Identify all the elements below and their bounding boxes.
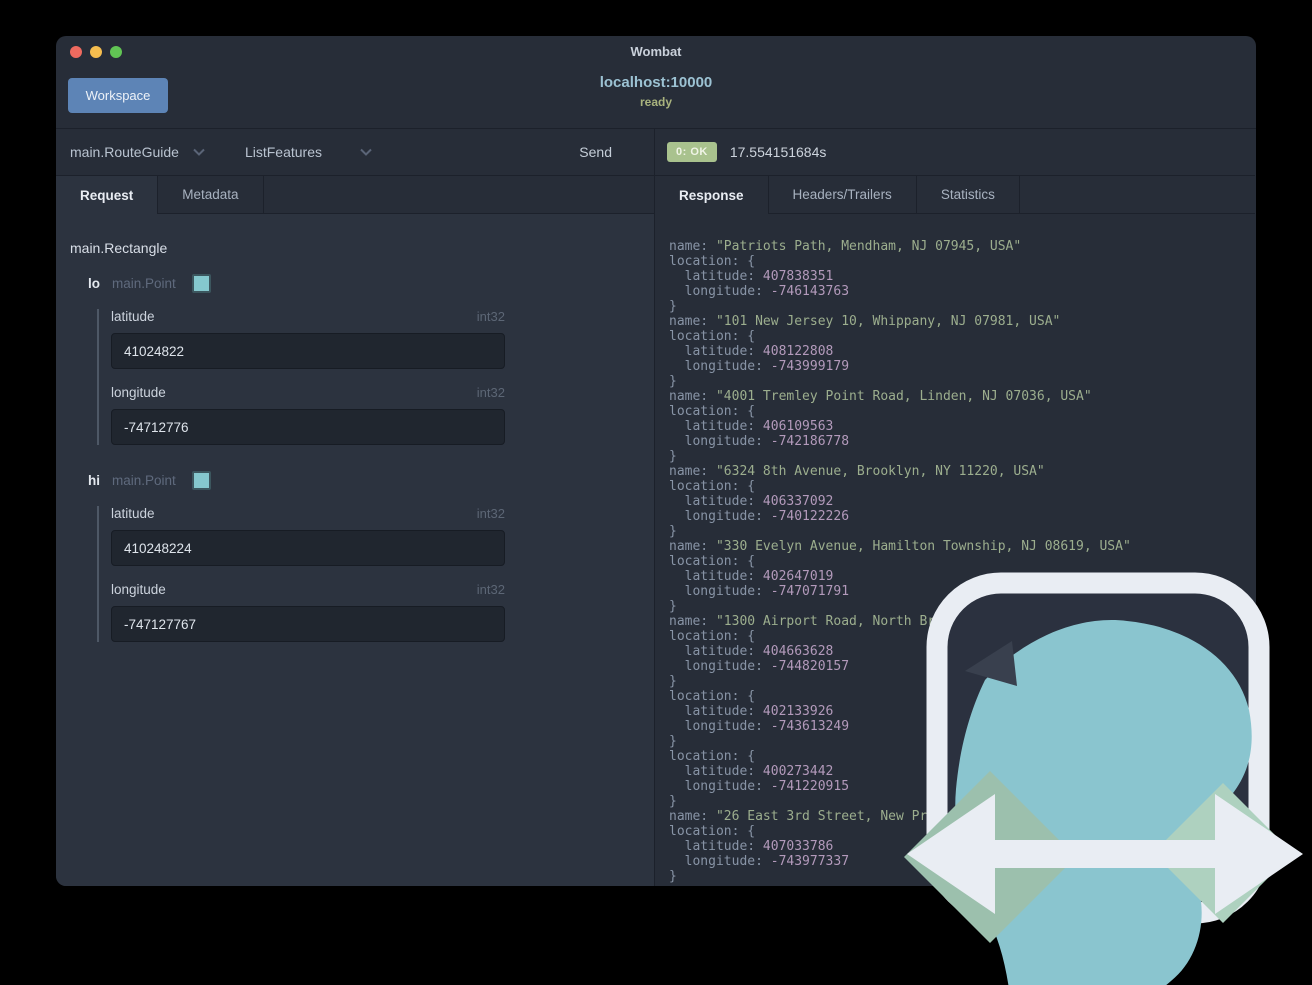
request-tabs: Request Metadata <box>56 176 654 214</box>
tab-request[interactable]: Request <box>56 176 159 214</box>
tab-statistics[interactable]: Statistics <box>917 176 1020 213</box>
close-button[interactable] <box>70 46 82 58</box>
field-label: longitude <box>111 582 166 597</box>
field-label-row: latitude int32 <box>111 506 505 521</box>
minimize-button[interactable] <box>90 46 102 58</box>
field-type: int32 <box>476 582 505 597</box>
titlebar: Wombat <box>56 36 1256 66</box>
request-panel: main.RouteGuide ListFeatures Send Reques… <box>56 129 655 886</box>
request-toolbar: main.RouteGuide ListFeatures Send <box>56 129 654 176</box>
send-button[interactable]: Send <box>573 143 618 161</box>
longitude-input[interactable] <box>111 409 505 445</box>
field-group-body: latitude int32 longitude int32 <box>97 506 505 642</box>
response-toolbar: 0: OK 17.554151684s <box>655 129 1255 176</box>
field-group-lo: lo main.Point <box>88 274 642 293</box>
field-label-row: latitude int32 <box>111 309 505 324</box>
field-label: longitude <box>111 385 166 400</box>
connection-state: ready <box>639 94 673 109</box>
status-badge: 0: OK <box>667 142 717 162</box>
window-title: Wombat <box>630 43 682 59</box>
field-group-type: main.Point <box>112 276 176 291</box>
field-type: int32 <box>476 309 505 324</box>
connection-status: localhost:10000 ready <box>56 74 1256 110</box>
latitude-input[interactable] <box>111 333 505 369</box>
duration-label: 17.554151684s <box>729 144 827 160</box>
field-group-hi: hi main.Point <box>88 471 642 490</box>
zoom-button[interactable] <box>110 46 122 58</box>
field-label: latitude <box>111 506 155 521</box>
tab-response[interactable]: Response <box>655 176 769 214</box>
field-group-name: lo <box>88 276 100 291</box>
service-selector-label: main.RouteGuide <box>70 144 179 160</box>
server-address: localhost:10000 <box>599 74 713 91</box>
tab-headers-trailers[interactable]: Headers/Trailers <box>769 176 917 213</box>
chevron-down-icon <box>193 148 205 156</box>
field-group-body: latitude int32 longitude int32 <box>97 309 505 445</box>
app-window: Wombat Workspace localhost:10000 ready m… <box>56 36 1256 886</box>
header: Workspace localhost:10000 ready <box>56 66 1256 128</box>
field-group-type: main.Point <box>112 473 176 488</box>
field-type: int32 <box>476 385 505 400</box>
latitude-input[interactable] <box>111 530 505 566</box>
traffic-lights <box>70 46 122 58</box>
response-tabs: Response Headers/Trailers Statistics <box>655 176 1255 214</box>
field-label: latitude <box>111 309 155 324</box>
tab-metadata[interactable]: Metadata <box>158 176 264 213</box>
field-enabled-checkbox[interactable] <box>191 274 211 293</box>
main-split: main.RouteGuide ListFeatures Send Reques… <box>56 128 1256 886</box>
longitude-input[interactable] <box>111 606 505 642</box>
response-output-text: name: "Patriots Path, Mendham, NJ 07945,… <box>669 239 1131 884</box>
method-selector-label: ListFeatures <box>244 144 322 160</box>
field-enabled-checkbox[interactable] <box>191 471 211 490</box>
service-selector[interactable]: main.RouteGuide <box>70 144 205 160</box>
message-type-label: main.Rectangle <box>70 240 168 256</box>
field-group-name: hi <box>88 473 100 488</box>
chevron-down-icon <box>360 148 372 156</box>
field-label-row: longitude int32 <box>111 385 505 400</box>
response-panel: 0: OK 17.554151684s Response Headers/Tra… <box>655 129 1255 886</box>
request-form: main.Rectangle lo main.Point latitude in… <box>56 214 654 886</box>
field-type: int32 <box>476 506 505 521</box>
method-selector[interactable]: ListFeatures <box>245 144 372 160</box>
field-label-row: longitude int32 <box>111 582 505 597</box>
response-output[interactable]: name: "Patriots Path, Mendham, NJ 07945,… <box>655 214 1255 886</box>
